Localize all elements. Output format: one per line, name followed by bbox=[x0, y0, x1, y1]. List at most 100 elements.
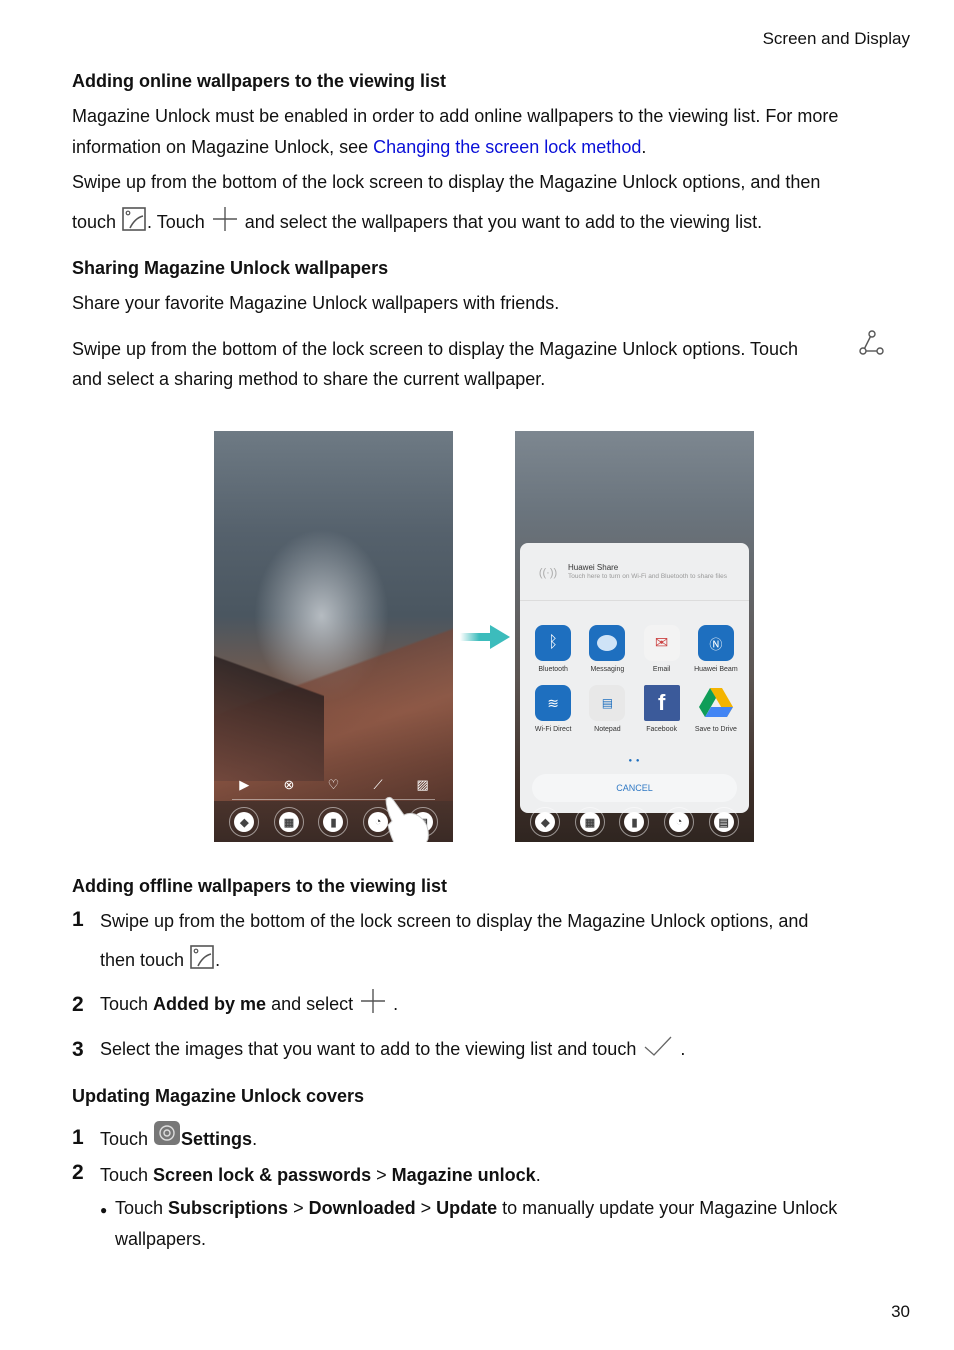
text: Touch bbox=[100, 1165, 154, 1185]
shortcut-calculator[interactable]: ▦ bbox=[273, 807, 304, 837]
recorder-icon: ◆ bbox=[234, 812, 255, 832]
paragraph-line: Magazine Unlock must be enabled in order… bbox=[72, 106, 839, 126]
wifi-direct-icon: ≋ bbox=[535, 685, 572, 721]
paragraph-line: Swipe up from the bottom of the lock scr… bbox=[72, 172, 821, 192]
settings-app-icon bbox=[154, 1121, 181, 1145]
paragraph-line: Swipe up from the bottom of the lock scr… bbox=[72, 339, 799, 359]
wallpaper-icon bbox=[190, 945, 214, 969]
app-label: Wi-Fi Direct bbox=[534, 726, 572, 733]
lockscreen-screenshot: ▶ ⊗ ♡ ⟋ ▨ ◆ ▦ ▮ ◔ ▤ bbox=[214, 431, 453, 842]
bullet-text: Touch Subscriptions > Downloaded > Updat… bbox=[115, 1198, 837, 1219]
text: > bbox=[288, 1198, 309, 1218]
share-app-notepad[interactable]: ▤ Notepad bbox=[580, 685, 634, 733]
play-icon[interactable]: ▶ bbox=[236, 777, 252, 793]
bullet-icon: ● bbox=[100, 1203, 108, 1217]
app-label: Messaging bbox=[590, 666, 625, 673]
scanner-icon: ▤ bbox=[713, 812, 734, 832]
close-icon[interactable]: ⊗ bbox=[281, 777, 297, 793]
step-number: 3 bbox=[72, 1038, 84, 1061]
paragraph-line: and select a sharing method to share the… bbox=[72, 369, 546, 389]
ui-term-update: Update bbox=[436, 1198, 498, 1218]
nfc-icon: Ⓝ bbox=[697, 625, 734, 661]
heart-icon[interactable]: ♡ bbox=[325, 777, 341, 793]
envelope-icon: ✉ bbox=[643, 625, 680, 661]
shortcut-calculator[interactable]: ▦ bbox=[574, 807, 605, 837]
text: . bbox=[535, 1165, 541, 1185]
text: then touch bbox=[100, 950, 190, 970]
facebook-icon: f bbox=[643, 685, 680, 721]
share-app-messaging[interactable]: Messaging bbox=[580, 625, 634, 673]
heading-online-wallpapers: Adding online wallpapers to the viewing … bbox=[72, 71, 447, 91]
page-indicator: ● ● bbox=[628, 758, 641, 764]
text: and select bbox=[266, 994, 359, 1014]
shortcut-flashlight[interactable]: ▮ bbox=[619, 807, 650, 837]
huawei-share-title: Huawei Share bbox=[568, 563, 619, 572]
running-header: Screen and Display bbox=[762, 29, 910, 48]
text: Touch bbox=[100, 1129, 154, 1149]
text: touch bbox=[72, 212, 122, 232]
step-number: 1 bbox=[72, 1126, 84, 1149]
step-text: Touch Settings. bbox=[100, 1121, 257, 1154]
share-app-grid: ᛒ Bluetooth Messaging ✉ Email Ⓝ Huawei B… bbox=[526, 625, 743, 733]
share-icon[interactable]: ⟋ bbox=[370, 777, 386, 793]
step-number: 2 bbox=[72, 993, 84, 1016]
share-app-email[interactable]: ✉ Email bbox=[635, 625, 689, 673]
text: . bbox=[252, 1129, 258, 1149]
text: . Touch bbox=[147, 212, 210, 232]
share-icon bbox=[859, 330, 884, 355]
app-label: Huawei Beam bbox=[694, 666, 738, 673]
paragraph-line: touch . Touch and select the wallpapers … bbox=[72, 206, 762, 237]
app-label: Bluetooth bbox=[538, 666, 568, 673]
text: Select the images that you want to add t… bbox=[100, 1039, 642, 1059]
message-bubble-icon bbox=[589, 625, 626, 661]
recorder-icon: ◆ bbox=[535, 812, 556, 832]
text: . bbox=[388, 994, 399, 1014]
share-app-bluetooth[interactable]: ᛒ Bluetooth bbox=[526, 625, 580, 673]
text: . bbox=[675, 1039, 686, 1059]
google-drive-icon bbox=[698, 685, 734, 721]
heading-offline-wallpapers: Adding offline wallpapers to the viewing… bbox=[72, 876, 448, 896]
wallpaper-icon[interactable]: ▨ bbox=[415, 777, 431, 793]
divider bbox=[520, 600, 749, 601]
bullet-text: wallpapers. bbox=[115, 1229, 207, 1249]
shortcut-timer[interactable]: ◔ bbox=[664, 807, 695, 837]
share-app-facebook[interactable]: f Facebook bbox=[635, 685, 689, 733]
step-text: Touch Added by me and select . bbox=[100, 988, 398, 1019]
app-label: Facebook bbox=[646, 726, 677, 733]
text: to manually update your Magazine Unlock bbox=[497, 1198, 838, 1218]
ui-term-subscriptions: Subscriptions bbox=[168, 1198, 289, 1218]
ui-term-screen-lock-passwords: Screen lock & passwords bbox=[153, 1165, 372, 1185]
share-app-huawei-beam[interactable]: Ⓝ Huawei Beam bbox=[689, 625, 743, 673]
text: . bbox=[641, 137, 647, 157]
ui-term-settings: Settings bbox=[181, 1129, 253, 1149]
heading-updating-covers: Updating Magazine Unlock covers bbox=[72, 1086, 365, 1106]
flashlight-icon: ▮ bbox=[624, 812, 645, 832]
plus-icon bbox=[361, 989, 386, 1013]
shortcut-row: ◆ ▦ ▮ ◔ ▤ bbox=[515, 807, 754, 837]
notepad-icon: ▤ bbox=[589, 685, 626, 721]
ui-term-added-by-me: Added by me bbox=[153, 994, 267, 1014]
share-app-save-to-drive[interactable]: Save to Drive bbox=[689, 685, 743, 733]
shortcut-recorder[interactable]: ◆ bbox=[229, 807, 260, 837]
share-app-wifi-direct[interactable]: ≋ Wi-Fi Direct bbox=[526, 685, 580, 733]
plus-icon bbox=[212, 207, 237, 231]
arrow-right-icon bbox=[460, 625, 510, 649]
text: Touch bbox=[115, 1198, 169, 1218]
text: . bbox=[215, 950, 221, 970]
calculator-icon: ▦ bbox=[579, 812, 600, 832]
text: information on Magazine Unlock, see bbox=[72, 137, 374, 157]
huawei-share-subtitle: Touch here to turn on Wi-Fi and Bluetoot… bbox=[568, 573, 727, 580]
canyon-shadow bbox=[214, 641, 324, 781]
step-text: Touch Screen lock & passwords > Magazine… bbox=[100, 1165, 541, 1186]
huawei-share-row[interactable]: ((·)) Huawei Share Touch here to turn on… bbox=[528, 553, 741, 593]
bluetooth-icon: ᛒ bbox=[535, 625, 572, 661]
text: Touch bbox=[100, 994, 154, 1014]
shortcut-flashlight[interactable]: ▮ bbox=[318, 807, 349, 837]
share-sheet-screenshot: ((·)) Huawei Share Touch here to turn on… bbox=[515, 431, 754, 842]
shortcut-recorder[interactable]: ◆ bbox=[530, 807, 561, 837]
link-changing-screen-lock-method[interactable]: Changing the screen lock method bbox=[373, 137, 641, 157]
shortcut-scanner[interactable]: ▤ bbox=[708, 807, 739, 837]
cancel-button[interactable]: CANCEL bbox=[532, 774, 737, 802]
step-text: then touch . bbox=[100, 944, 220, 974]
timer-icon: ◔ bbox=[669, 812, 690, 832]
